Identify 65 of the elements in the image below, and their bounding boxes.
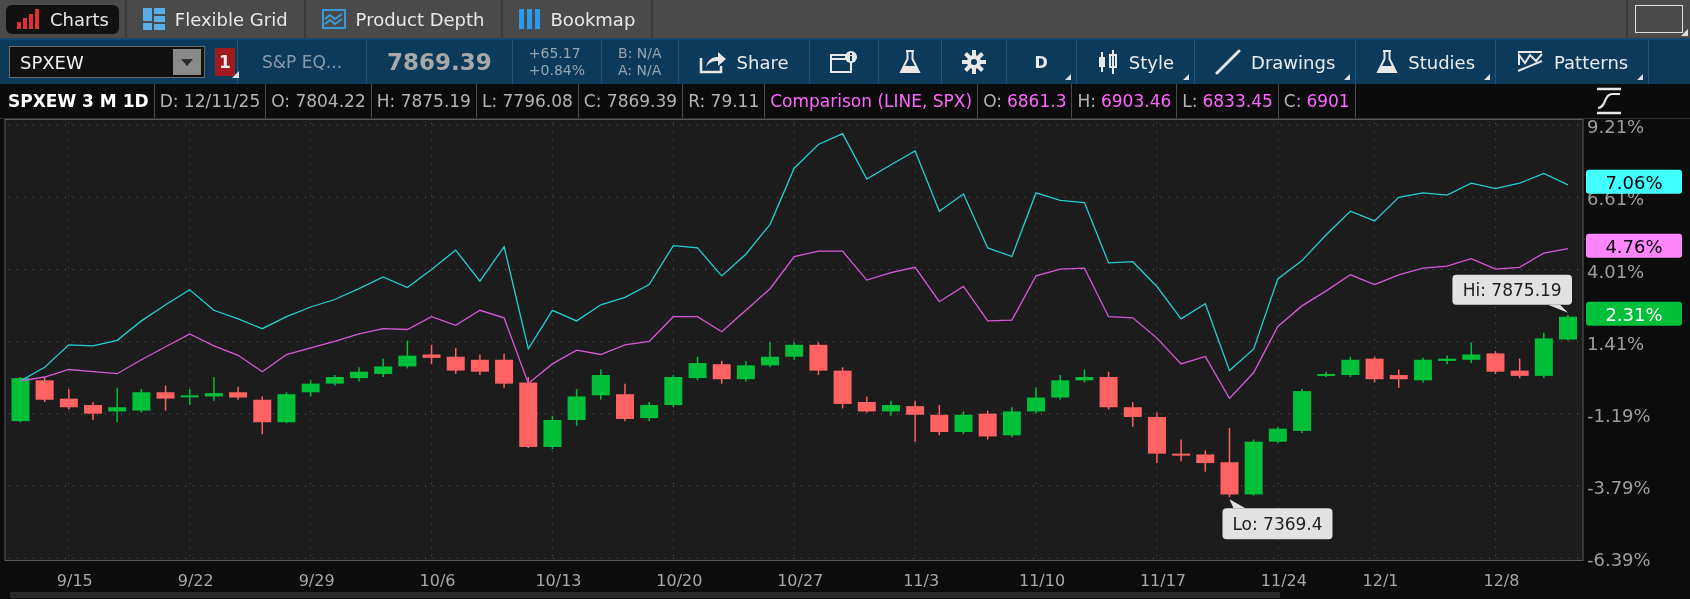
line-icon <box>1215 49 1242 75</box>
symbol-field[interactable]: SPXEW <box>9 46 205 78</box>
flask-icon <box>898 49 921 75</box>
axis-label: 10/20 <box>656 571 703 590</box>
axis-label: 9/29 <box>298 571 335 590</box>
axis-label: 9/22 <box>177 571 214 590</box>
app-tab[interactable]: Flexible Grid <box>132 4 298 34</box>
axis-label: 10/27 <box>777 571 824 590</box>
axis-label: 11/17 <box>1139 571 1186 590</box>
annotation: Hi: 7875.19 <box>1462 279 1562 300</box>
quote-field: O: 7804.22 <box>266 84 372 118</box>
quote-field: D: 12/11/25 <box>154 84 267 118</box>
comparison-field: L: 6833.45 <box>1177 84 1279 118</box>
bid-price: B: N/A <box>618 45 662 62</box>
quote-field: H: 7875.19 <box>371 84 477 118</box>
axis-label: 4.01% <box>1587 260 1645 282</box>
quote-field: C: 7869.39 <box>578 84 684 118</box>
ask-price: A: N/A <box>618 62 662 79</box>
axis-label: -6.39% <box>1587 549 1651 571</box>
axis-label: 11/24 <box>1260 571 1307 590</box>
comparison-field: C: 6901 <box>1278 84 1356 118</box>
percent-change: +0.84% <box>528 62 586 79</box>
columns-icon <box>518 9 541 29</box>
wave-chart-icon <box>321 9 346 29</box>
dropdown-icon <box>181 58 193 66</box>
comparison-field: H: 6903.46 <box>1072 84 1178 118</box>
axis-label: 10/6 <box>419 571 456 590</box>
scroll-bar[interactable] <box>10 592 1280 598</box>
app-tab[interactable]: Bookmap <box>508 4 646 34</box>
info-window-icon <box>829 50 858 74</box>
price-badge: 2.31% <box>1586 301 1682 326</box>
axis-label: 11/3 <box>903 571 940 590</box>
share-icon <box>698 50 727 74</box>
axis-label: -3.79% <box>1587 477 1651 499</box>
pattern-icon <box>1516 49 1545 75</box>
price-badge: 4.76% <box>1586 233 1682 258</box>
chart-title: SPXEW 3 M 1D <box>0 84 155 118</box>
price-callout: Lo: 7369.4 <box>1222 499 1333 540</box>
annotation: Lo: 7369.4 <box>1232 514 1323 535</box>
axis-label: 12/8 <box>1483 571 1520 590</box>
net-change: +65.17 <box>528 45 582 62</box>
last-price: 7869.39 <box>386 49 493 75</box>
bar-chart-icon <box>16 9 40 29</box>
curve-icon <box>1594 87 1624 115</box>
toolbar-button[interactable]: Share <box>680 40 807 84</box>
axis-label: 9.21% <box>1587 119 1645 138</box>
app-tab[interactable]: Charts <box>6 4 119 34</box>
comparison-field: O: 6861.3 <box>978 84 1073 118</box>
quote-field: L: 7796.08 <box>476 84 579 118</box>
axis-label: 12/1 <box>1362 571 1399 590</box>
candlestick-icon <box>1096 50 1119 74</box>
app-tab[interactable]: Product Depth <box>311 4 495 34</box>
axis-label: -1.19% <box>1587 404 1651 426</box>
axis-label: 11/10 <box>1019 571 1066 590</box>
axis-label: 10/13 <box>535 571 582 590</box>
flask-icon <box>1376 49 1399 75</box>
price-badge: 7.06% <box>1586 169 1682 194</box>
quote-field: R: 79.11 <box>683 84 766 118</box>
axis-label: 9/15 <box>56 571 93 590</box>
axis-label: 1.41% <box>1587 332 1645 354</box>
price-callout: Hi: 7875.19 <box>1452 274 1572 313</box>
symbol-description: S&P EQ... <box>261 52 344 72</box>
window-layout-button[interactable] <box>1626 0 1690 38</box>
grid-icon <box>142 8 165 30</box>
comparison-label: Comparison (LINE, SPX) <box>765 84 979 118</box>
